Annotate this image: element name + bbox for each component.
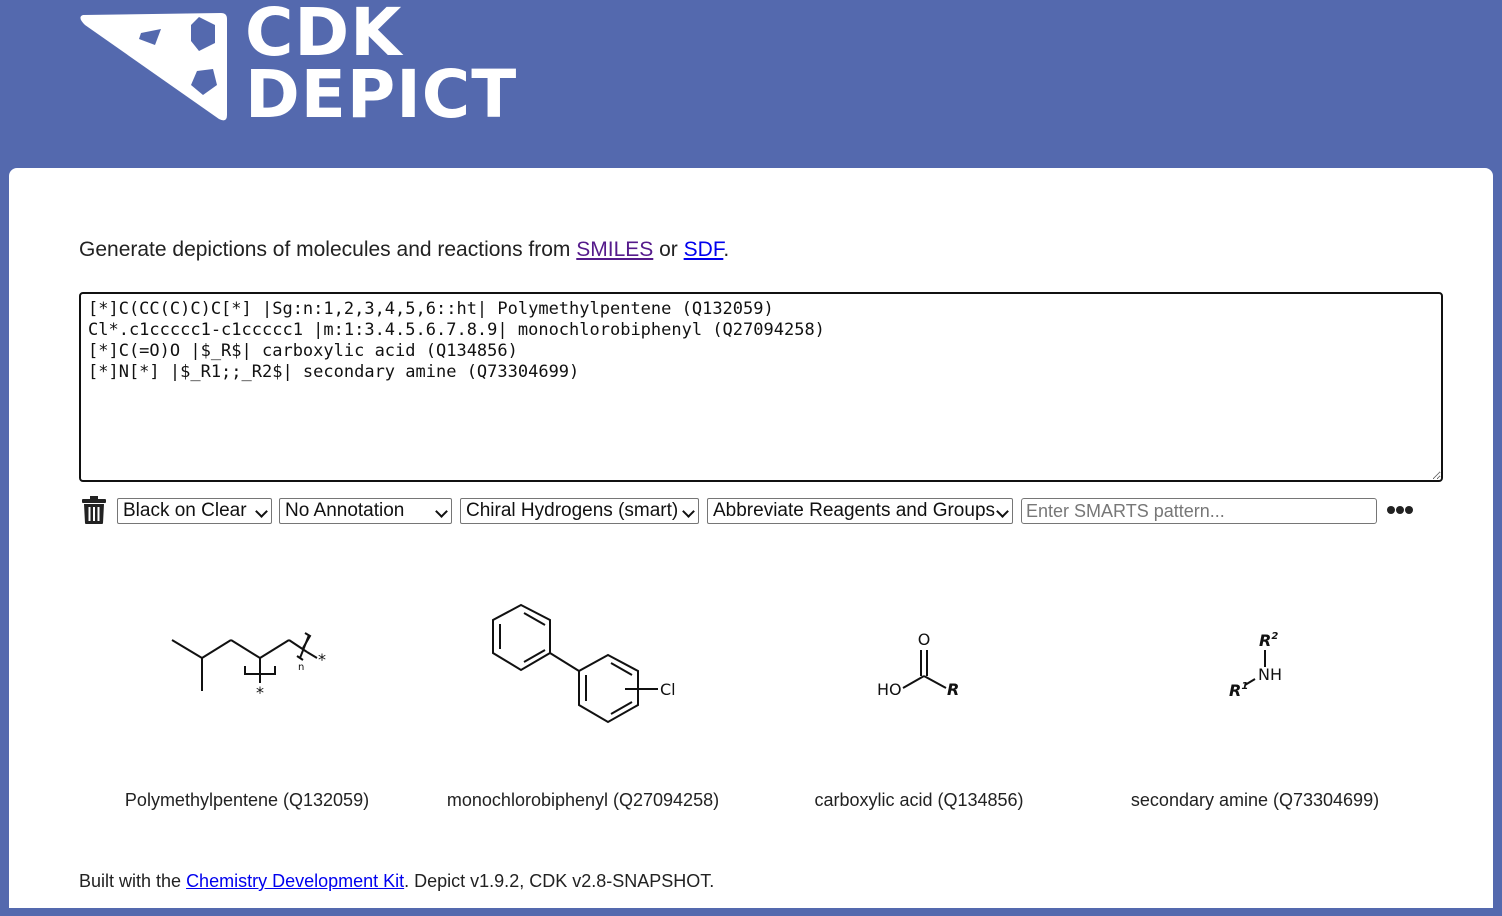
smiles-link[interactable]: SMILES (576, 238, 653, 261)
molecule-card[interactable]: O HO R carboxylic acid (Q134856) (769, 588, 1069, 810)
molecule-card[interactable]: Cl monochlorobiphenyl (Q27094258) (433, 588, 733, 810)
annotation-select[interactable]: No Annotation (279, 498, 452, 524)
polymer-star-label: * (256, 683, 264, 702)
molecule-depiction-carboxylic-acid: O HO R (877, 630, 959, 699)
style-select[interactable]: Black on Clear (117, 498, 272, 524)
footer-prefix: Built with the (79, 871, 187, 891)
more-options-button[interactable] (1387, 498, 1414, 519)
intro-prefix: Generate depictions of molecules and rea… (79, 238, 577, 261)
sdf-link[interactable]: SDF (684, 238, 724, 261)
ellipsis-icon-dot (1387, 506, 1395, 514)
r2-label: R2 (1259, 631, 1278, 650)
smarts-input[interactable] (1021, 498, 1377, 524)
r-group-label: R (947, 680, 959, 699)
molecule-card[interactable]: * * n Polymethylpentene (Q132059) (97, 588, 397, 810)
molecule-depiction-monochlorobiphenyl: Cl (492, 603, 676, 724)
intro-middle: or (653, 238, 684, 261)
chevron-down-icon (682, 505, 695, 518)
style-select-value: Black on Clear (123, 500, 247, 521)
cdk-link[interactable]: Chemistry Development Kit (186, 871, 404, 891)
header: CDK DEPICT (0, 0, 1502, 168)
hydrogen-select-value: Chiral Hydrogens (smart) (466, 500, 679, 521)
oxygen-label: O (918, 630, 931, 649)
molecule-caption: monochlorobiphenyl (Q27094258) (446, 790, 720, 810)
logo-text: CDK DEPICT (245, 0, 518, 133)
chevron-down-icon (255, 505, 268, 518)
intro-suffix: . (723, 238, 730, 261)
hydrogen-select[interactable]: Chiral Hydrogens (smart) (460, 498, 699, 524)
repeat-n-label: n (298, 662, 304, 673)
chevron-down-icon (996, 505, 1009, 518)
smiles-input[interactable] (79, 292, 1443, 482)
main-card: Generate depictions of molecules and rea… (9, 168, 1493, 908)
intro-text: Generate depictions of molecules and rea… (79, 238, 729, 262)
molecule-depiction-polymethylpentene: * * n (171, 632, 326, 702)
molecule-caption: secondary amine (Q73304699) (1130, 790, 1380, 810)
annotation-select-value: No Annotation (285, 500, 405, 521)
r1-label: R1 (1229, 681, 1248, 700)
molecule-caption: Polymethylpentene (Q132059) (124, 790, 370, 810)
polymer-star-label: * (318, 650, 326, 669)
footer: Built with the Chemistry Development Kit… (79, 871, 714, 892)
trash-icon[interactable] (82, 496, 106, 524)
abbreviation-select[interactable]: Abbreviate Reagents and Groups (707, 498, 1013, 524)
ellipsis-icon-dot (1405, 506, 1413, 514)
logo-line-cdk: CDK (245, 0, 403, 71)
cdk-logo-icon (80, 13, 227, 121)
abbreviation-select-value: Abbreviate Reagents and Groups (713, 500, 996, 521)
nh-label: NH (1258, 665, 1282, 684)
molecule-card[interactable]: R2 NH R1 secondary amine (Q73304699) (1105, 588, 1405, 810)
toolbar: Black on Clear No Annotation Chiral Hydr… (79, 496, 1439, 526)
chlorine-label: Cl (660, 680, 676, 699)
hydroxyl-label: HO (877, 680, 902, 699)
footer-version: . Depict v1.9.2, CDK v2.8-SNAPSHOT. (404, 871, 715, 891)
chevron-down-icon (435, 505, 448, 518)
molecule-depiction-secondary-amine: R2 NH R1 (1229, 631, 1282, 700)
molecule-caption: carboxylic acid (Q134856) (814, 790, 1024, 810)
ellipsis-icon-dot (1396, 506, 1404, 514)
logo-line-depict: DEPICT (245, 56, 518, 133)
